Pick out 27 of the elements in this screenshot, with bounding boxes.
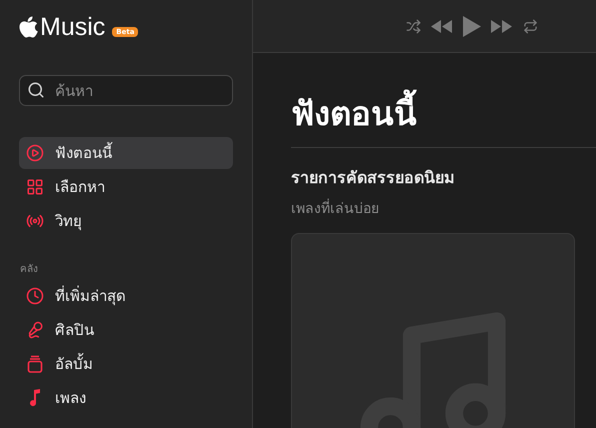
sidebar-item[interactable]: เพลง [19, 382, 233, 414]
sidebar-item[interactable]: ฟังตอนนี้ [19, 137, 233, 169]
sidebar-item[interactable]: ที่เพิ่มล่าสุด [19, 280, 233, 312]
apple-logo-icon [19, 16, 39, 38]
album-icon [27, 355, 43, 373]
section-title: รายการคัดสรรยอดนิยม [291, 167, 456, 189]
sidebar-item[interactable]: อัลบั้ม [19, 348, 233, 380]
sidebar-item[interactable]: เลือกหา [19, 171, 233, 203]
clock-icon [26, 287, 44, 305]
shuffle-icon[interactable] [406, 18, 421, 34]
section-label: คลัง [20, 263, 39, 276]
fast-forward-icon[interactable] [491, 20, 513, 32]
play-icon[interactable] [463, 16, 481, 36]
microphone-icon [26, 321, 44, 339]
app-name: Music [40, 12, 106, 42]
repeat-icon[interactable] [523, 18, 538, 34]
page-title: ฟังตอนนี้ [291, 87, 596, 139]
play-circle-icon [26, 144, 44, 162]
sidebar-item[interactable]: ศิลปิน [19, 314, 233, 346]
section-subtitle: เพลงที่เล่นบ่อย [291, 197, 596, 219]
note-icon [29, 389, 41, 407]
radio-icon [26, 212, 44, 230]
sidebar-item[interactable]: วิทยุ [19, 205, 233, 237]
search-icon [27, 81, 45, 99]
grid-icon [26, 178, 44, 196]
rewind-icon[interactable] [431, 20, 453, 32]
search-field[interactable]: ค้นหา [19, 75, 233, 106]
